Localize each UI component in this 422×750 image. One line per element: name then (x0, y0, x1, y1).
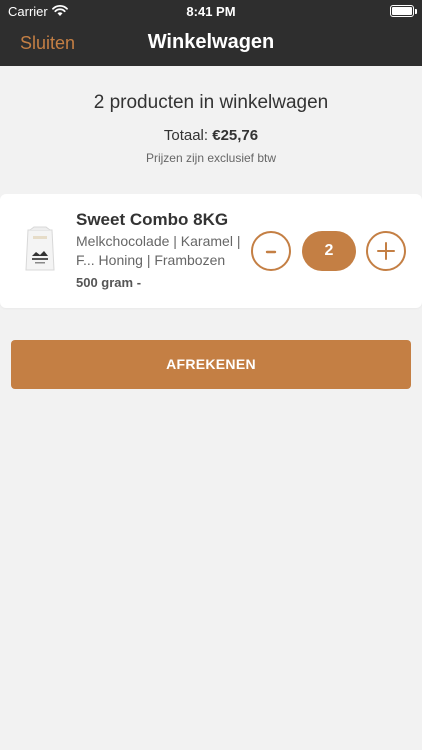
decrease-quantity-button[interactable] (251, 231, 291, 271)
status-bar: Carrier 8:41 PM (0, 0, 422, 22)
battery-icon (390, 5, 417, 17)
product-image (25, 226, 55, 271)
cart-item: Sweet Combo 8KG Melkchocolade | Karamel … (0, 194, 422, 308)
cart-count: 2 producten in winkelwagen (93, 92, 329, 113)
product-description: Melkchocolade | Karamel | F... Honing | … (76, 233, 241, 268)
navigation-bar: Sluiten Winkelwagen (0, 22, 422, 66)
checkout-button[interactable]: AFREKENEN (11, 340, 411, 389)
product-weight: 500 gram - (76, 275, 142, 290)
product-name: Sweet Combo 8KG (76, 210, 229, 229)
increase-quantity-button[interactable] (366, 231, 406, 271)
clock: 8:41 PM (186, 4, 236, 19)
plus-icon (377, 242, 395, 260)
top-bar: Carrier 8:41 PM Sluiten Winkelwagen (0, 0, 422, 66)
total-amount: €25,76 (212, 127, 259, 144)
quantity-value: 2 (302, 231, 356, 271)
minus-icon (265, 250, 277, 254)
cart-total: Totaal: €25,76 (0, 127, 422, 144)
total-label: Totaal: (163, 127, 209, 144)
page-title: Winkelwagen (147, 31, 275, 53)
vat-note: Prijzen zijn exclusief btw (145, 151, 277, 165)
